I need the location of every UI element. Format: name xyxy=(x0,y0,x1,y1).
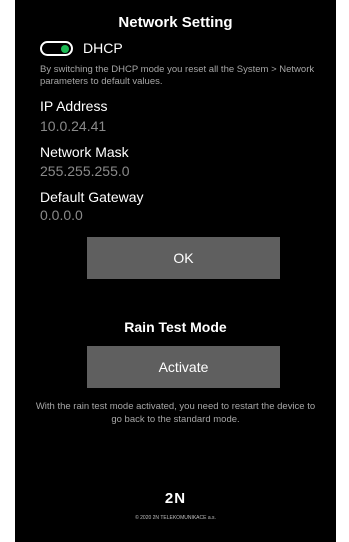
rain-test-title: Rain Test Mode xyxy=(124,319,227,335)
toggle-knob-icon xyxy=(61,44,69,53)
dhcp-label: DHCP xyxy=(83,40,123,56)
ip-address-label: IP Address xyxy=(40,98,108,114)
activate-button[interactable]: Activate xyxy=(87,346,280,388)
network-setting-screen: Network Setting DHCP By switching the DH… xyxy=(15,0,336,542)
ok-button[interactable]: OK xyxy=(87,237,280,279)
default-gateway-label: Default Gateway xyxy=(40,189,144,205)
brand-logo: 2N xyxy=(164,490,187,507)
page-title: Network Setting xyxy=(118,14,233,31)
dhcp-description: By switching the DHCP mode you reset all… xyxy=(40,64,315,87)
network-mask-value[interactable]: 255.255.255.0 xyxy=(40,163,130,179)
ok-button-label: OK xyxy=(173,250,194,266)
dhcp-toggle[interactable] xyxy=(40,41,73,56)
rain-test-description: With the rain test mode activated, you n… xyxy=(35,401,316,425)
default-gateway-value[interactable]: 0.0.0.0 xyxy=(40,207,83,223)
activate-button-label: Activate xyxy=(158,359,209,375)
copyright-text: © 2020 2N TELEKOMUNIKACE a.s. xyxy=(135,515,216,521)
ip-address-value[interactable]: 10.0.24.41 xyxy=(40,118,106,134)
network-mask-label: Network Mask xyxy=(40,144,129,160)
